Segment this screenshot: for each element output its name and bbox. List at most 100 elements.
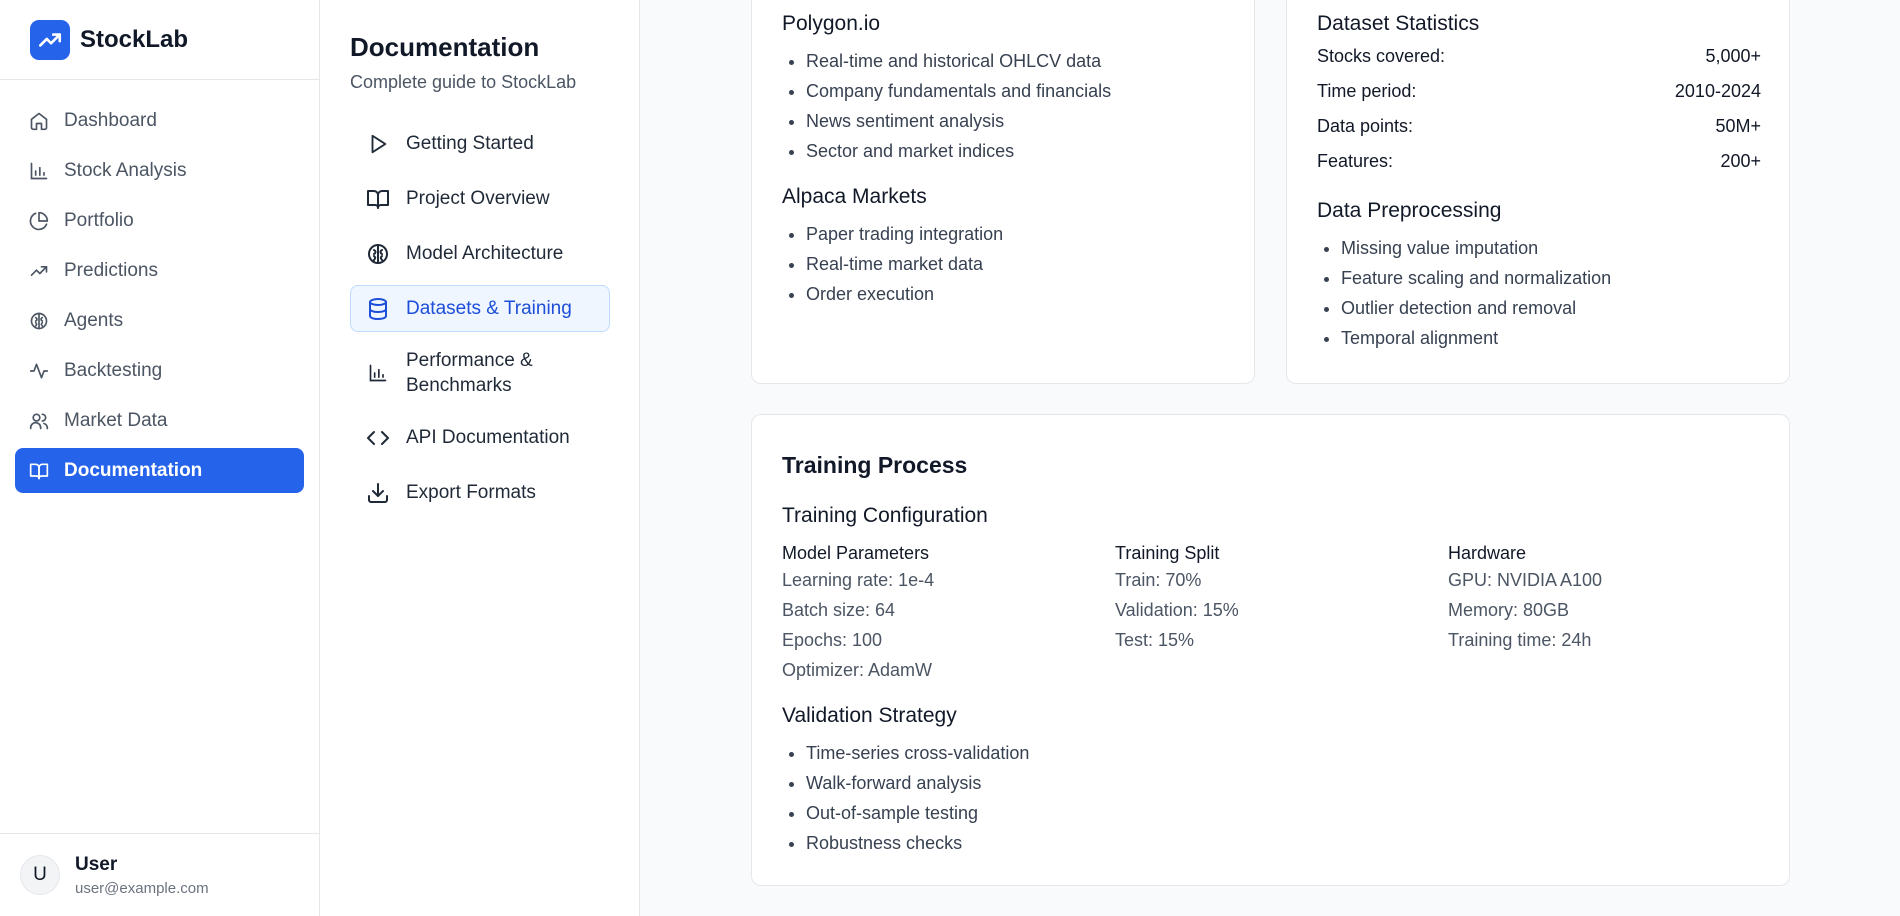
column-title: Hardware xyxy=(1448,543,1527,563)
nav-item-dashboard[interactable]: Dashboard xyxy=(15,98,304,143)
validation-list: Time-series cross-validation Walk-forwar… xyxy=(782,738,1029,858)
training-config-title: Training Configuration xyxy=(782,504,988,527)
docs-subtitle: Complete guide to StockLab xyxy=(350,72,577,92)
nav-item-backtesting[interactable]: Backtesting xyxy=(15,348,304,393)
trending-up-icon xyxy=(29,261,49,281)
nav-item-label: Documentation xyxy=(64,459,203,481)
home-icon xyxy=(29,111,49,131)
training-process-card: Training Process Training Configuration … xyxy=(751,414,1790,886)
nav-item-label: Portfolio xyxy=(64,209,134,231)
nav-item-label: Dashboard xyxy=(64,109,157,131)
docs-nav: Getting Started Project Overview Model A… xyxy=(350,120,610,524)
column-line: Batch size: 64 xyxy=(782,600,896,620)
column-line: Learning rate: 1e-4 xyxy=(782,570,935,590)
user-name: User xyxy=(75,853,118,875)
list-item: Outlier detection and removal xyxy=(1341,293,1761,323)
polygon-title: Polygon.io xyxy=(782,12,881,35)
trending-up-logo-icon xyxy=(30,19,70,60)
list-item: News sentiment analysis xyxy=(806,106,1111,136)
list-item: Feature scaling and normalization xyxy=(1341,263,1761,293)
activity-icon xyxy=(29,361,49,381)
bar-chart-icon xyxy=(29,161,49,181)
preprocessing-title: Data Preprocessing xyxy=(1317,199,1502,222)
doc-item-label: Model Architecture xyxy=(406,243,564,264)
users-icon xyxy=(29,411,49,431)
doc-item-performance-benchmarks[interactable]: Performance & Benchmarks xyxy=(350,340,610,406)
app-name: StockLab xyxy=(80,25,189,53)
list-item: Robustness checks xyxy=(806,828,1029,858)
column-line: Training time: 24h xyxy=(1448,630,1592,650)
training-title: Training Process xyxy=(782,452,968,478)
list-item: Walk-forward analysis xyxy=(806,768,1029,798)
download-icon xyxy=(366,481,390,505)
stat-value: 2010-2024 xyxy=(1674,81,1761,101)
brand[interactable]: StockLab xyxy=(0,0,319,80)
nav-item-label: Agents xyxy=(64,309,124,331)
book-icon xyxy=(29,461,49,481)
stat-row: Time period: 2010-2024 xyxy=(1317,74,1761,109)
nav-item-label: Market Data xyxy=(64,409,168,431)
hardware-column: Hardware GPU: NVIDIA A100 Memory: 80GB T… xyxy=(1448,541,1768,655)
column-title: Training Split xyxy=(1115,543,1220,563)
docs-sidebar: Documentation Complete guide to StockLab… xyxy=(320,0,640,916)
doc-item-export-formats[interactable]: Export Formats xyxy=(350,469,610,516)
doc-item-getting-started[interactable]: Getting Started xyxy=(350,120,610,167)
docs-title: Documentation xyxy=(350,32,540,62)
list-item: Paper trading integration xyxy=(806,219,1111,249)
list-item: Real-time market data xyxy=(806,249,1111,279)
dataset-statistics-card: Dataset Statistics Stocks covered: 5,000+… xyxy=(1286,0,1790,384)
nav-item-label: Backtesting xyxy=(64,359,163,381)
preprocessing-list: Missing value imputation Feature scaling… xyxy=(1317,233,1761,353)
doc-item-label: Performance & Benchmarks xyxy=(406,350,533,396)
column-line: Optimizer: AdamW xyxy=(782,660,933,680)
stat-row: Features: 200+ xyxy=(1317,144,1761,179)
user-email: user@example.com xyxy=(75,879,209,897)
list-item: Temporal alignment xyxy=(1341,323,1761,353)
bar-chart-icon xyxy=(366,361,390,385)
list-item: Time-series cross-validation xyxy=(806,738,1029,768)
list-item: Missing value imputation xyxy=(1341,233,1761,263)
stat-value: 50M+ xyxy=(1715,116,1761,136)
nav-item-market-data[interactable]: Market Data xyxy=(15,398,304,443)
doc-item-datasets-training[interactable]: Datasets & Training xyxy=(350,285,610,332)
column-line: Memory: 80GB xyxy=(1448,600,1570,620)
list-item: Real-time and historical OHLCV data xyxy=(806,46,1111,76)
stat-label: Time period: xyxy=(1317,81,1417,101)
doc-item-label: Export Formats xyxy=(406,482,536,503)
stats-title: Dataset Statistics xyxy=(1317,12,1480,35)
doc-item-api-documentation[interactable]: API Documentation xyxy=(350,414,610,461)
pie-chart-icon xyxy=(29,211,49,231)
validation-title: Validation Strategy xyxy=(782,704,957,727)
nav-item-portfolio[interactable]: Portfolio xyxy=(15,198,304,243)
list-item: Company fundamentals and financials xyxy=(806,76,1111,106)
polygon-list: Real-time and historical OHLCV data Comp… xyxy=(782,46,1111,166)
list-item: Order execution xyxy=(806,279,1111,309)
nav-item-stock-analysis[interactable]: Stock Analysis xyxy=(15,148,304,193)
user-profile[interactable]: U User user@example.com xyxy=(0,833,319,916)
brain-icon xyxy=(366,242,390,266)
stat-row: Data points: 50M+ xyxy=(1317,109,1761,144)
code-icon xyxy=(366,426,390,450)
stat-row: Stocks covered: 5,000+ xyxy=(1317,39,1761,74)
list-item: Sector and market indices xyxy=(806,136,1111,166)
column-title: Model Parameters xyxy=(782,543,930,563)
doc-item-model-architecture[interactable]: Model Architecture xyxy=(350,230,610,277)
data-sources-card: Polygon.io Real-time and historical OHLC… xyxy=(751,0,1255,384)
nav-item-agents[interactable]: Agents xyxy=(15,298,304,343)
stat-label: Stocks covered: xyxy=(1317,46,1446,66)
column-line: Test: 15% xyxy=(1115,630,1195,650)
column-line: Validation: 15% xyxy=(1115,600,1239,620)
doc-item-label: Project Overview xyxy=(406,188,550,209)
brain-icon xyxy=(29,311,49,331)
database-icon xyxy=(366,297,390,321)
main-nav: Dashboard Stock Analysis Portfolio Predi… xyxy=(0,80,319,503)
nav-item-label: Predictions xyxy=(64,259,158,281)
doc-item-label: Datasets & Training xyxy=(406,298,572,319)
alpaca-title: Alpaca Markets xyxy=(782,185,927,208)
stat-value: 5,000+ xyxy=(1705,46,1761,66)
doc-item-project-overview[interactable]: Project Overview xyxy=(350,175,610,222)
alpaca-list: Paper trading integration Real-time mark… xyxy=(782,219,1111,309)
stat-value: 200+ xyxy=(1720,151,1761,171)
nav-item-predictions[interactable]: Predictions xyxy=(15,248,304,293)
nav-item-documentation[interactable]: Documentation xyxy=(15,448,304,493)
